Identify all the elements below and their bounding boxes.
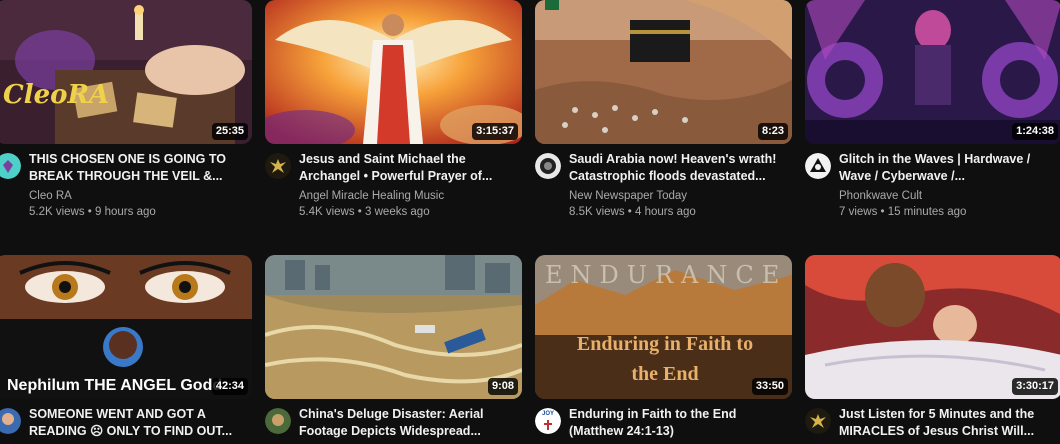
video-stats: 5.4K views • 3 weeks ago	[299, 206, 430, 218]
channel-avatar-text: JOY	[541, 411, 554, 417]
channel-name[interactable]: New Newspaper Today	[569, 188, 789, 204]
channel-avatar[interactable]	[805, 408, 831, 434]
channel-avatar[interactable]: JOY	[535, 408, 561, 434]
video-stats: 5.2K views • 9 hours ago	[29, 206, 156, 218]
thumbnail-caption: CleoRA	[3, 80, 110, 110]
view-count: 5.4K views	[299, 206, 355, 218]
video-title[interactable]: Saudi Arabia now! Heaven's wrath! Catast…	[569, 151, 789, 185]
view-count: 8.5K views	[569, 206, 625, 218]
channel-avatar[interactable]	[265, 153, 291, 179]
video-thumbnail[interactable]: CleoRA 25:35	[0, 0, 252, 144]
channel-name[interactable]: Cleo RA	[29, 188, 249, 204]
video-title[interactable]: Just Listen for 5 Minutes and the MIRACL…	[839, 406, 1059, 440]
video-duration: 3:30:17	[1012, 378, 1058, 395]
view-count: 7 views	[839, 206, 878, 218]
video-duration: 42:34	[211, 378, 248, 395]
video-duration: 3:15:37	[472, 123, 518, 140]
channel-avatar[interactable]	[0, 153, 21, 179]
channel-name[interactable]: Angel Miracle Healing Music	[299, 188, 519, 204]
thumbnail-caption: Nephilum THE ANGEL Godd	[7, 377, 223, 394]
video-thumbnail[interactable]: 3:15:37	[265, 0, 522, 144]
video-thumbnail[interactable]: 3:30:17	[805, 255, 1060, 399]
channel-avatar[interactable]	[265, 408, 291, 434]
view-count: 5.2K views	[29, 206, 85, 218]
upload-age: 3 weeks ago	[365, 206, 430, 218]
video-title[interactable]: Glitch in the Waves | Hardwave / Wave / …	[839, 151, 1059, 185]
channel-avatar[interactable]	[535, 153, 561, 179]
video-thumbnail[interactable]: 8:23	[535, 0, 792, 144]
upload-age: 4 hours ago	[635, 206, 696, 218]
upload-age: 9 hours ago	[95, 206, 156, 218]
video-duration: 1:24:38	[1012, 123, 1058, 140]
video-stats: 7 views • 15 minutes ago	[839, 206, 967, 218]
video-thumbnail[interactable]: 1:24:38	[805, 0, 1060, 144]
thumbnail-caption: Enduring in Faith to the End	[576, 333, 754, 385]
video-title[interactable]: SOMEONE WENT AND GOT A READING ☹ ONLY TO…	[29, 406, 249, 440]
video-duration: 25:35	[211, 123, 248, 140]
channel-avatar[interactable]	[0, 408, 21, 434]
video-stats: 8.5K views • 4 hours ago	[569, 206, 696, 218]
upload-age: 15 minutes ago	[887, 206, 967, 218]
video-thumbnail[interactable]: Nephilum THE ANGEL Godd 42:34	[0, 255, 252, 399]
video-title[interactable]: Enduring in Faith to the End (Matthew 24…	[569, 406, 789, 440]
channel-avatar[interactable]	[805, 153, 831, 179]
video-title[interactable]: China's Deluge Disaster: Aerial Footage …	[299, 406, 519, 440]
video-thumbnail[interactable]: ENDURANCE Enduring in Faith to the End 3…	[535, 255, 792, 399]
video-title[interactable]: Jesus and Saint Michael the Archangel • …	[299, 151, 519, 185]
video-duration: 8:23	[757, 123, 788, 140]
video-thumbnail[interactable]: 9:08	[265, 255, 522, 399]
video-title[interactable]: THIS CHOSEN ONE IS GOING TO BREAK THROUG…	[29, 151, 249, 185]
thumbnail-banner: ENDURANCE	[545, 261, 788, 289]
channel-name[interactable]: Phonkwave Cult	[839, 188, 1059, 204]
video-duration: 9:08	[487, 378, 518, 395]
video-duration: 33:50	[751, 378, 788, 395]
